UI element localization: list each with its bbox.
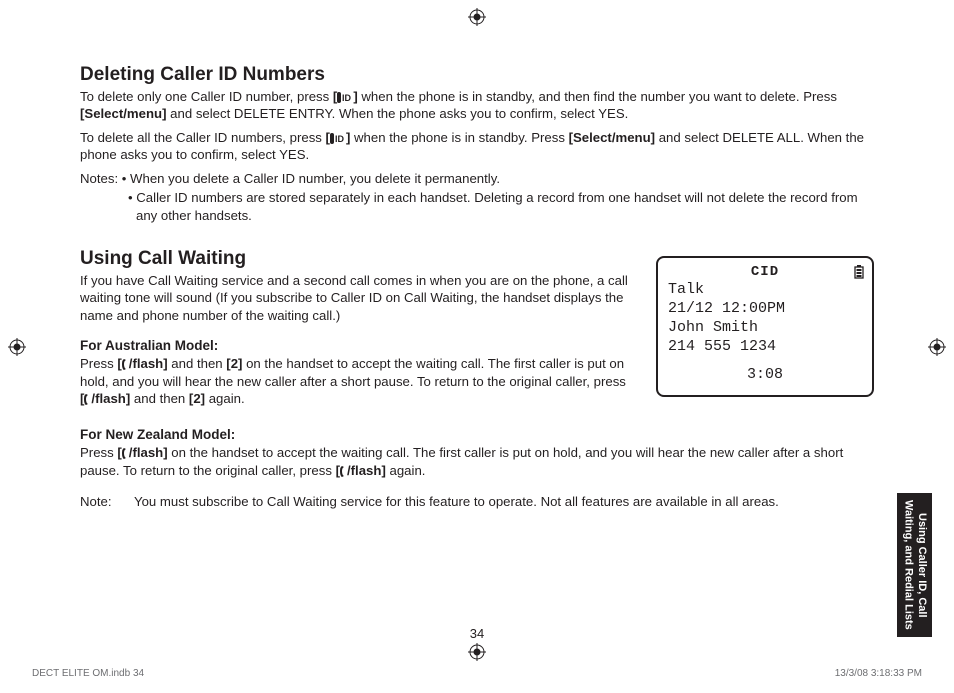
lcd-display: CID Talk 21/12 12:00PM John Smith 214 55… [656, 256, 874, 397]
battery-icon [854, 265, 864, 286]
subhead-australian: For Australian Model: [80, 338, 628, 353]
lcd-timer: 3:08 [668, 366, 862, 385]
svg-text:ID: ID [342, 93, 352, 103]
notes-block: Notes: • When you delete a Caller ID num… [80, 170, 874, 187]
para-newzealand: Press [/flash] on the handset to accept … [80, 444, 874, 479]
heading-deleting-caller-id: Deleting Caller ID Numbers [80, 64, 874, 86]
para-delete-all: To delete all the Caller ID numbers, pre… [80, 129, 874, 164]
footer-right: 13/3/08 3:18:33 PM [835, 668, 922, 679]
svg-text:ID: ID [335, 134, 345, 144]
handset-icon [122, 445, 129, 460]
note-final: Note: You must subscribe to Call Waiting… [80, 493, 874, 510]
page-number: 34 [0, 626, 954, 641]
note-item: • Caller ID numbers are stored separatel… [80, 189, 874, 224]
lcd-line-number: 214 555 1234 [668, 338, 862, 357]
registration-mark-icon [8, 338, 26, 356]
handset-icon [340, 463, 347, 478]
section-tab: Using Caller ID, Call Waiting, and Redia… [897, 493, 933, 637]
para-delete-one: To delete only one Caller ID number, pre… [80, 88, 874, 123]
heading-call-waiting: Using Call Waiting [80, 248, 628, 270]
lcd-line-name: John Smith [668, 319, 862, 338]
lcd-line-datetime: 21/12 12:00PM [668, 300, 862, 319]
registration-mark-icon [468, 8, 486, 26]
subhead-newzealand: For New Zealand Model: [80, 427, 874, 442]
footer-left: DECT ELITE OM.indb 34 [32, 668, 144, 679]
registration-mark-icon [468, 643, 486, 661]
lcd-cid-label: CID [751, 264, 779, 282]
cid-icon: [ID] [333, 89, 358, 104]
cid-icon: [ID] [326, 130, 351, 145]
para-australian: Press [/flash] and then [2] on the hands… [80, 355, 628, 407]
lcd-line-talk: Talk [668, 281, 862, 300]
para-cw-intro: If you have Call Waiting service and a s… [80, 272, 628, 324]
registration-mark-icon [928, 338, 946, 356]
handset-icon [122, 356, 129, 371]
